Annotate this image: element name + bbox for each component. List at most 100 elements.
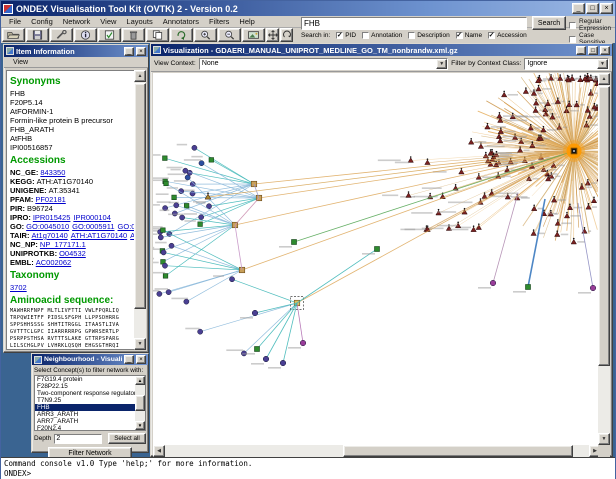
- accession-link[interactable]: GO:0005911: [72, 222, 114, 231]
- filter-context-dropdown[interactable]: Ignore ▼: [524, 57, 609, 70]
- accession-link[interactable]: NP_177171.1: [40, 240, 86, 249]
- menu-item[interactable]: Layouts: [121, 17, 157, 26]
- menu-item[interactable]: Help: [234, 17, 259, 26]
- delete-button[interactable]: [122, 28, 145, 42]
- pid-checkbox[interactable]: ✓: [336, 32, 344, 39]
- field-pid[interactable]: ✓ PID: [336, 32, 356, 39]
- accession-link[interactable]: AC002062: [36, 258, 71, 267]
- rotate-mode-button[interactable]: [280, 28, 293, 42]
- scroll-down-icon[interactable]: ▼: [598, 433, 610, 445]
- window-titlebar[interactable]: ONDEX Visualisation Tool Kit (OVTK) 2 - …: [1, 1, 615, 16]
- search-input[interactable]: [301, 17, 527, 30]
- scroll-down-icon[interactable]: ▼: [135, 421, 145, 430]
- scroll-up-icon[interactable]: ▲: [598, 73, 610, 85]
- list-item[interactable]: Two-component response regulator ARR4: [35, 390, 145, 397]
- menu-item[interactable]: View: [95, 17, 121, 26]
- info-button[interactable]: [74, 28, 97, 42]
- field-description[interactable]: ✓Description: [408, 32, 450, 39]
- maximize-button[interactable]: □: [586, 3, 599, 14]
- field-annotation[interactable]: ✓Annotation: [362, 32, 402, 39]
- neighbourhood-titlebar[interactable]: Neighbourhood - Visualizatio... _ ×: [32, 354, 148, 365]
- scroll-up-icon[interactable]: ▲: [134, 70, 146, 82]
- chevron-down-icon[interactable]: ▼: [436, 58, 448, 69]
- scrollbar-thumb[interactable]: [598, 86, 610, 366]
- accession-link[interactable]: 843350: [40, 168, 65, 177]
- menu-item[interactable]: Annotators: [158, 17, 204, 26]
- scroll-up-icon[interactable]: ▲: [135, 376, 145, 385]
- neighbourhood-minimize-button[interactable]: _: [124, 355, 134, 364]
- save-button[interactable]: [26, 28, 49, 42]
- description-checkbox[interactable]: ✓: [408, 32, 416, 39]
- field-name[interactable]: ✓ Name: [455, 32, 482, 39]
- pan-mode-button[interactable]: [266, 28, 279, 42]
- regex-checkbox-row[interactable]: ✓ Regular Expression: [569, 18, 615, 32]
- regex-checkbox[interactable]: ✓: [569, 21, 576, 29]
- item-info-titlebar[interactable]: Item Information _ ×: [4, 45, 148, 57]
- annotate-button[interactable]: [98, 28, 121, 42]
- accession-link[interactable]: PF02181: [35, 195, 65, 204]
- zoom-out-button[interactable]: [218, 28, 241, 42]
- search-button[interactable]: Search: [532, 16, 566, 30]
- scrollbar-thumb[interactable]: [134, 83, 146, 309]
- neighbourhood-close-button[interactable]: ×: [136, 355, 146, 364]
- accession-link[interactable]: IPR015425: [33, 213, 71, 222]
- list-item[interactable]: F28P22.15: [35, 383, 135, 390]
- viz-horizontal-scrollbar[interactable]: ◀ ▶: [153, 445, 601, 457]
- network-graph[interactable]: [153, 73, 601, 445]
- viz-maximize-button[interactable]: □: [588, 45, 598, 55]
- list-item[interactable]: ARR7_ARATH: [35, 418, 135, 425]
- viz-vertical-scrollbar[interactable]: ▲ ▼: [598, 73, 610, 445]
- accession-link[interactable]: At1g70140: [31, 231, 67, 240]
- filter-network-button[interactable]: Filter Network: [48, 447, 132, 457]
- accession-link[interactable]: ATH:AT1G70140: [71, 231, 127, 240]
- concept-listbox[interactable]: F7G19.4 protein F28P22.15 Two-component re…: [34, 375, 146, 431]
- copy-button[interactable]: [146, 28, 169, 42]
- scrollbar-thumb[interactable]: [343, 445, 573, 457]
- accession-link[interactable]: IPR000104: [73, 213, 111, 222]
- scroll-left-icon[interactable]: ◀: [153, 445, 165, 457]
- list-scrollbar[interactable]: ▲ ▼: [135, 376, 145, 430]
- taxonomy-link[interactable]: 3702: [10, 283, 27, 292]
- list-item[interactable]: FHB: [35, 404, 135, 411]
- case-sensitive-checkbox[interactable]: ✓: [569, 35, 576, 43]
- accession-link[interactable]: GO:0045010: [26, 222, 69, 231]
- close-button[interactable]: ×: [600, 3, 613, 14]
- list-item[interactable]: ARR3_ARATH: [35, 411, 135, 418]
- viz-minimize-button[interactable]: _: [576, 45, 586, 55]
- menu-item[interactable]: Network: [58, 17, 96, 26]
- accession-link[interactable]: GO:0005932: [118, 222, 134, 231]
- field-accession[interactable]: ✓ Accession: [488, 32, 527, 39]
- scrollbar-thumb[interactable]: [135, 395, 145, 411]
- list-item[interactable]: F20N2.4: [35, 425, 135, 430]
- chevron-down-icon[interactable]: ▼: [597, 58, 608, 69]
- depth-input[interactable]: [54, 433, 103, 444]
- select-all-button[interactable]: Select all: [108, 433, 146, 444]
- accession-checkbox[interactable]: ✓: [488, 32, 496, 39]
- menu-item[interactable]: File: [4, 17, 26, 26]
- export-image-button[interactable]: [242, 28, 265, 42]
- tools-button[interactable]: [50, 28, 73, 42]
- open-file-button[interactable]: [2, 28, 25, 42]
- item-info-close-button[interactable]: ×: [136, 46, 146, 56]
- item-info-view-menu[interactable]: View: [8, 59, 33, 66]
- viz-close-button[interactable]: ×: [600, 45, 610, 55]
- refresh-button[interactable]: [170, 28, 193, 42]
- item-info-scrollbar[interactable]: ▲ ▼: [134, 70, 146, 350]
- zoom-in-button[interactable]: [194, 28, 217, 42]
- item-info-minimize-button[interactable]: _: [124, 46, 134, 56]
- graph-canvas[interactable]: [153, 73, 601, 445]
- context-toolbar: View Context: None ▼ Filter by Context C…: [151, 56, 612, 72]
- annotation-checkbox[interactable]: ✓: [362, 32, 370, 39]
- visualization-titlebar[interactable]: Visualization - GDAERI_MANUAL_UNIPROT_ME…: [151, 44, 612, 56]
- list-item[interactable]: F7G19.4 protein: [35, 376, 135, 383]
- menu-item[interactable]: Config: [26, 17, 58, 26]
- command-console[interactable]: Command console v1.0 Type 'help;' for mo…: [1, 457, 615, 479]
- name-checkbox[interactable]: ✓: [455, 32, 463, 39]
- view-context-dropdown[interactable]: None ▼: [198, 57, 449, 70]
- menu-item[interactable]: Filters: [204, 17, 234, 26]
- scroll-down-icon[interactable]: ▼: [134, 338, 146, 350]
- list-item[interactable]: T7N9.25: [35, 397, 135, 404]
- console-prompt[interactable]: ONDEX>: [4, 469, 612, 479]
- minimize-button[interactable]: _: [572, 3, 585, 14]
- accession-link[interactable]: O04532: [59, 249, 86, 258]
